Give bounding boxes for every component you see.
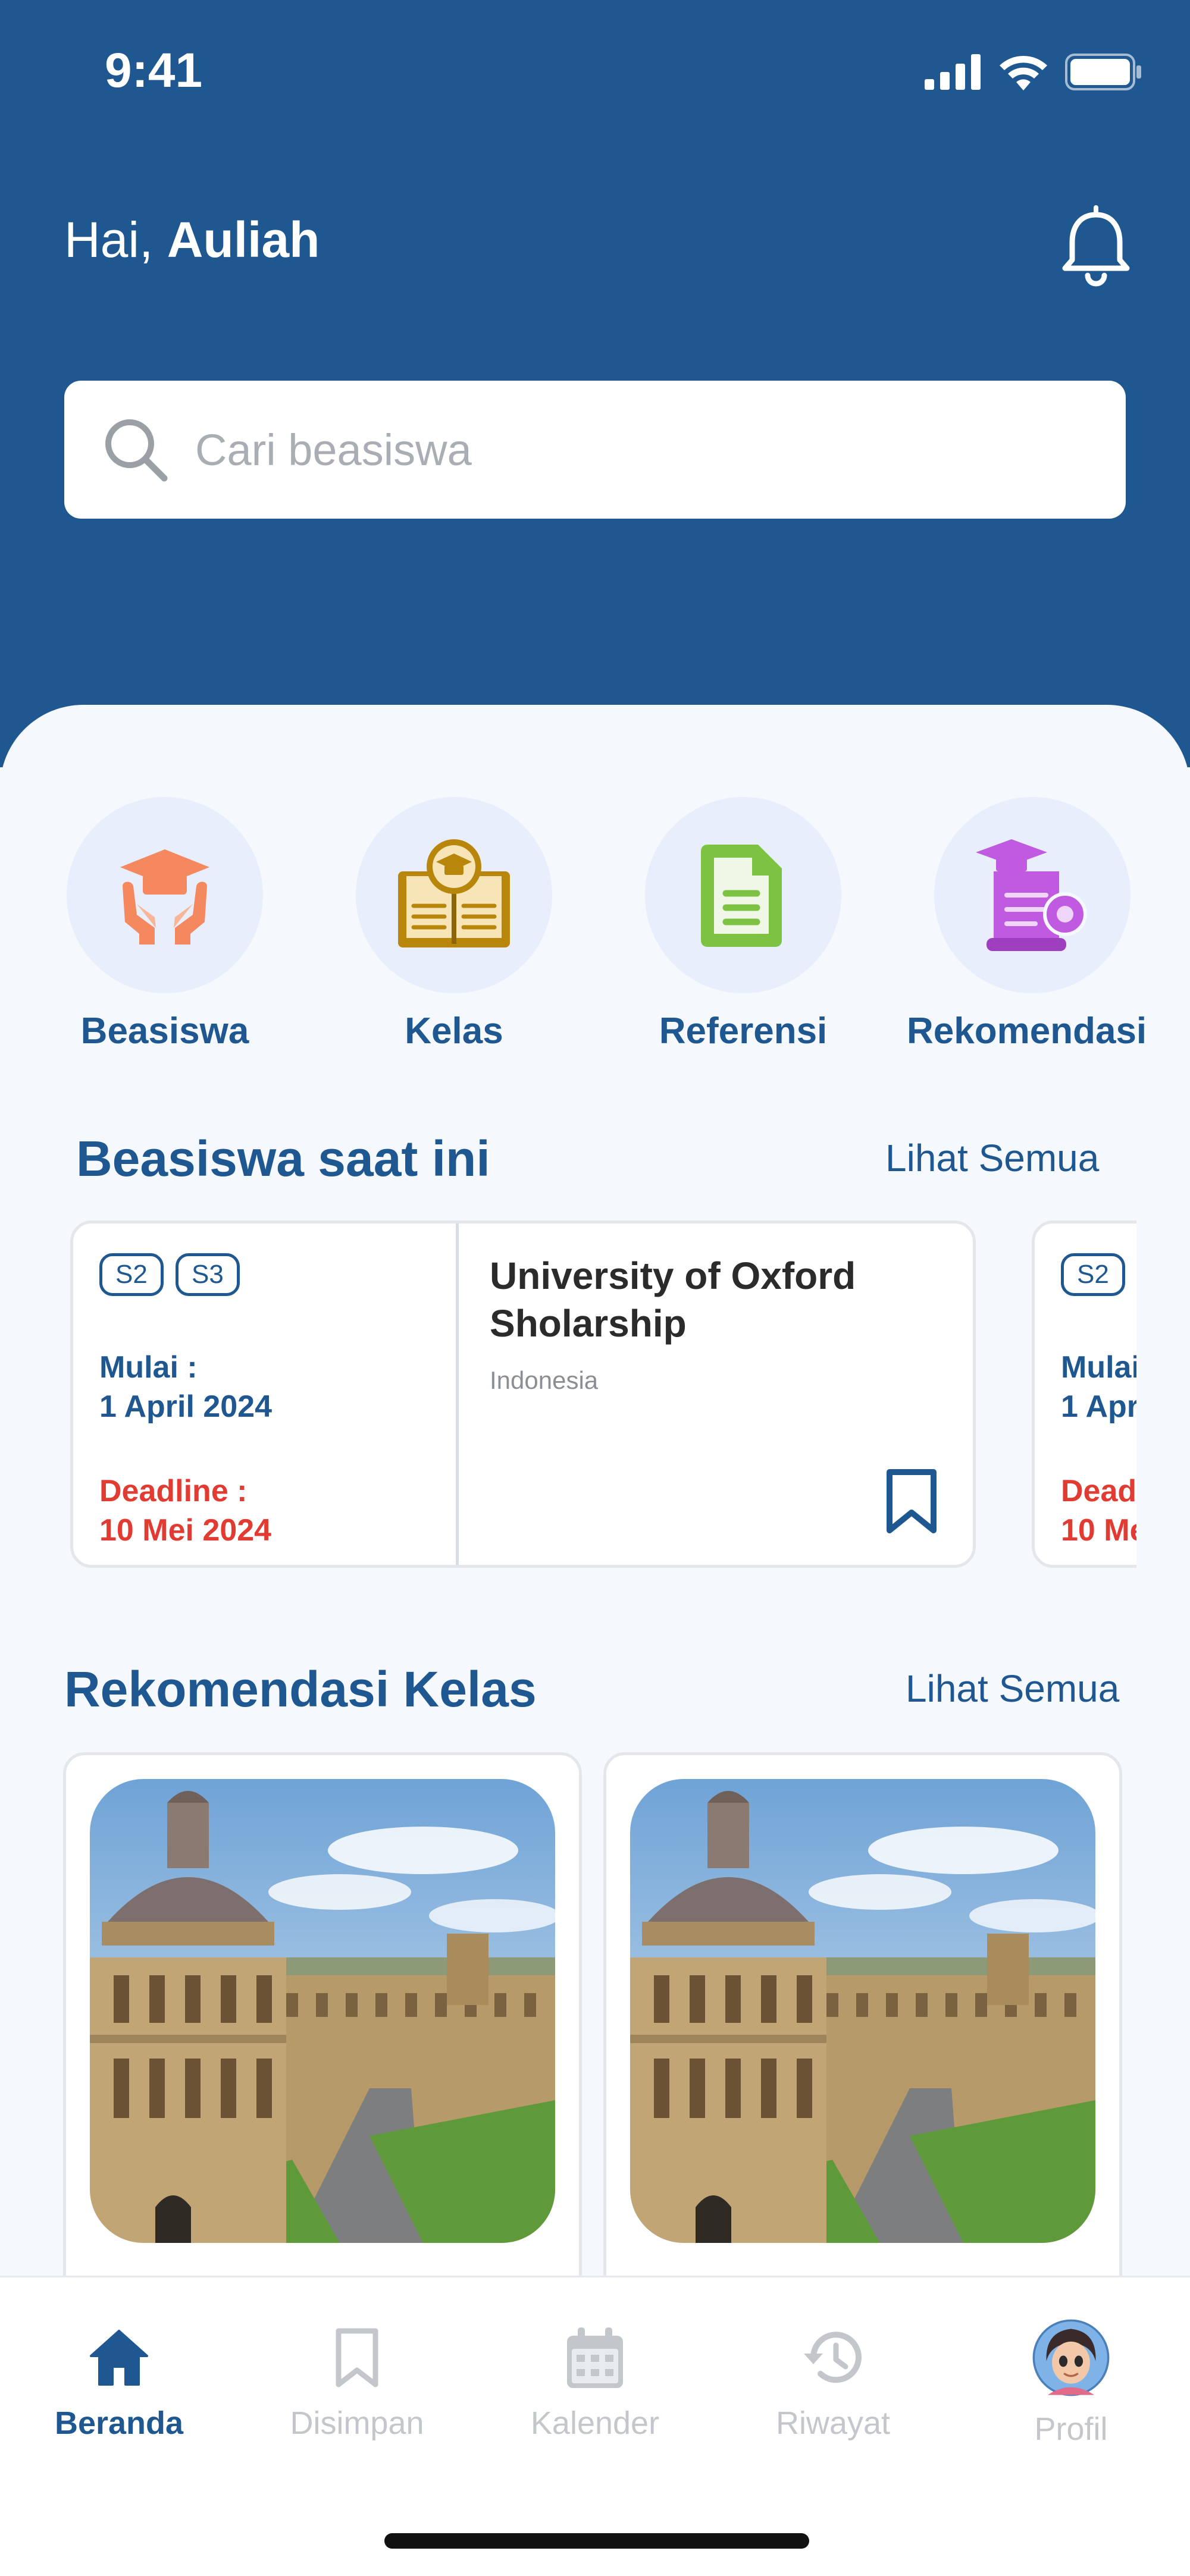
category-icon-circle (67, 797, 263, 993)
category-label: Referensi (659, 1011, 828, 1052)
deadline-label: Deadline : (99, 1474, 248, 1508)
document-icon (701, 845, 782, 947)
header: 9:41 Hai, Auliah (0, 0, 1190, 767)
nav-label: Disimpan (290, 2405, 424, 2441)
greeting: Hai, Auliah (64, 211, 320, 269)
status-time: 9:41 (105, 43, 203, 98)
category-rekomendasi[interactable]: Rekomendasi (907, 797, 1147, 1052)
status-icons (925, 54, 1142, 90)
scholarships-see-all-link[interactable]: Lihat Semua (885, 1136, 1099, 1180)
degree-tag: S3 (176, 1253, 240, 1296)
nav-label: Riwayat (775, 2405, 891, 2441)
nav-label: Profil (1034, 2411, 1108, 2447)
bottom-navigation: Beranda Disimpan Kalender Riwayat Profil (0, 2276, 1190, 2576)
nav-profil[interactable]: Profil (982, 2319, 1160, 2448)
search-bar[interactable] (64, 381, 1126, 519)
deadline-label: Deadline : (1061, 1474, 1136, 1508)
book-cap-icon (398, 839, 510, 947)
oxford-building-image (90, 1779, 555, 2243)
classes-section-title: Rekomendasi Kelas (64, 1661, 537, 1717)
certificate-icon (976, 839, 1087, 951)
oxford-building-image (630, 1779, 1095, 2243)
wifi-icon (1000, 56, 1047, 90)
avatar (1032, 2319, 1110, 2396)
nav-disimpan[interactable]: Disimpan (268, 2325, 446, 2442)
category-label: Rekomendasi (907, 1011, 1147, 1052)
scholarship-dates-panel: S2 Mulai : 1 April 2024 Deadline : 10 Me… (1035, 1223, 1136, 1565)
category-menu: Beasiswa Kelas Referensi Rekomendasi (0, 797, 1190, 1065)
greeting-prefix: Hai, (64, 212, 167, 268)
start-date: 1 April 2024 (99, 1389, 273, 1424)
category-label: Beasiswa (80, 1011, 249, 1052)
home-indicator (384, 2533, 809, 2549)
home-icon (90, 2330, 148, 2386)
class-card[interactable] (603, 1752, 1122, 2347)
signal-icon (925, 54, 981, 90)
bookmark-icon[interactable] (885, 1469, 938, 1535)
status-bar: 9:41 (0, 0, 1190, 143)
classes-see-all-link[interactable]: Lihat Semua (906, 1667, 1119, 1711)
category-icon-circle (934, 797, 1130, 993)
search-icon (105, 419, 168, 482)
scholarships-section-title: Beasiswa saat ini (76, 1131, 490, 1187)
user-name: Auliah (167, 212, 320, 268)
scholarship-country: Indonesia (490, 1366, 599, 1394)
class-image (630, 1779, 1095, 2243)
battery-icon (1065, 54, 1141, 90)
class-image (90, 1779, 555, 2243)
category-kelas[interactable]: Kelas (356, 797, 552, 1052)
degree-tag: S2 (1061, 1253, 1125, 1296)
start-date: 1 April 2024 (1061, 1389, 1136, 1424)
scholarship-card[interactable]: S2 Mulai : 1 April 2024 Deadline : 10 Me… (1032, 1220, 1136, 1568)
degree-tag: S2 (99, 1253, 164, 1296)
start-label: Mulai : (99, 1350, 198, 1385)
deadline-date: 10 Mei 2024 (1061, 1513, 1136, 1548)
scholarship-card[interactable]: S2 S3 Mulai : 1 April 2024 Deadline : 10… (70, 1220, 976, 1568)
nav-label: Beranda (54, 2405, 184, 2441)
nav-kalender[interactable]: Kalender (506, 2325, 684, 2442)
search-input[interactable] (195, 424, 1088, 475)
deadline-date: 10 Mei 2024 (99, 1513, 272, 1548)
calendar-icon (567, 2327, 623, 2388)
bookmark-icon (336, 2328, 378, 2387)
category-referensi[interactable]: Referensi (645, 797, 841, 1052)
scholarship-carousel[interactable]: S2 S3 Mulai : 1 April 2024 Deadline : 10… (69, 1220, 1136, 1571)
start-label: Mulai : (1061, 1350, 1136, 1385)
history-icon (804, 2332, 862, 2383)
category-icon-circle (645, 797, 841, 993)
class-card[interactable] (63, 1752, 582, 2347)
notification-bell-icon[interactable] (1060, 205, 1132, 288)
graduation-hands-icon (120, 849, 209, 945)
category-beasiswa[interactable]: Beasiswa (67, 797, 263, 1052)
category-icon-circle (356, 797, 552, 993)
scholarship-title: University of Oxford Sholarship (490, 1254, 856, 1345)
nav-beranda[interactable]: Beranda (30, 2325, 208, 2442)
category-label: Kelas (405, 1011, 503, 1052)
scholarship-dates-panel: S2 S3 Mulai : 1 April 2024 Deadline : 10… (73, 1223, 459, 1565)
nav-riwayat[interactable]: Riwayat (744, 2325, 922, 2442)
nav-label: Kalender (530, 2405, 660, 2441)
